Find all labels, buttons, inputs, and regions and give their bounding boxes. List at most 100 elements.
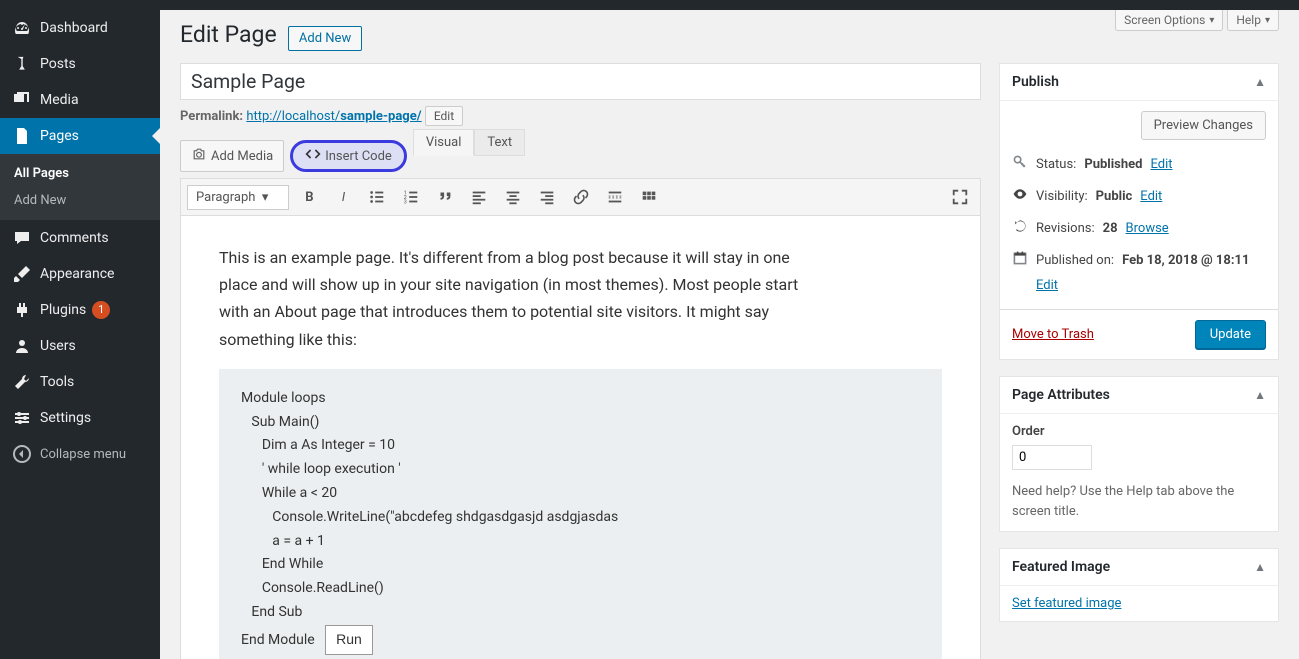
collapse-label: Collapse menu [40, 447, 126, 462]
publish-header[interactable]: Publish ▲ [1000, 64, 1278, 101]
tools-icon [12, 372, 32, 392]
page-heading: Edit Page [180, 20, 277, 50]
published-label: Published on: [1036, 253, 1114, 268]
menu-tools[interactable]: Tools [0, 364, 160, 400]
menu-label: Users [40, 338, 76, 354]
run-button[interactable]: Run [325, 625, 373, 655]
submenu-pages: All Pages Add New [0, 154, 160, 220]
italic-button[interactable]: I [329, 183, 357, 211]
collapse-menu[interactable]: Collapse menu [0, 436, 160, 472]
move-to-trash-link[interactable]: Move to Trash [1012, 327, 1094, 342]
pages-icon [12, 126, 32, 146]
screen-options-tab[interactable]: Screen Options [1115, 10, 1223, 31]
pin-icon [12, 54, 32, 74]
plugin-icon [12, 300, 32, 320]
align-center-button[interactable] [499, 183, 527, 211]
visibility-label: Visibility: [1036, 189, 1088, 204]
menu-label: Comments [40, 230, 109, 246]
camera-icon [191, 146, 207, 166]
menu-label: Pages [40, 128, 79, 144]
post-title-input[interactable] [180, 63, 981, 100]
permalink-row: Permalink: http://localhost/sample-page/… [180, 106, 981, 126]
readmore-button[interactable] [601, 183, 629, 211]
menu-media[interactable]: Media [0, 82, 160, 118]
numbered-list-button[interactable]: 123 [397, 183, 425, 211]
editor-content[interactable]: This is an example page. It's different … [180, 216, 981, 659]
svg-text:3: 3 [404, 199, 407, 205]
link-button[interactable] [567, 183, 595, 211]
publish-title: Publish [1012, 74, 1059, 90]
attributes-header[interactable]: Page Attributes ▲ [1000, 377, 1278, 414]
calendar-icon [1012, 250, 1028, 270]
featured-title: Featured Image [1012, 559, 1110, 575]
published-value: Feb 18, 2018 @ 18:11 [1122, 253, 1249, 268]
tab-text[interactable]: Text [474, 129, 525, 156]
revisions-icon [1012, 218, 1028, 238]
submenu-all-pages[interactable]: All Pages [0, 160, 160, 187]
menu-label: Plugins [40, 302, 86, 318]
featured-header[interactable]: Featured Image ▲ [1000, 549, 1278, 586]
status-label: Status: [1036, 157, 1076, 172]
blockquote-button[interactable] [431, 183, 459, 211]
preview-button[interactable]: Preview Changes [1141, 111, 1266, 140]
tab-visual[interactable]: Visual [413, 129, 475, 156]
media-icon [12, 90, 32, 110]
menu-label: Tools [40, 374, 74, 390]
menu-users[interactable]: Users [0, 328, 160, 364]
fullscreen-button[interactable] [946, 183, 974, 211]
editor-toolbar: Paragraph ▾ B I 123 [180, 178, 981, 216]
revisions-label: Revisions: [1036, 221, 1095, 236]
menu-comments[interactable]: Comments [0, 220, 160, 256]
code-icon [305, 146, 321, 166]
menu-settings[interactable]: Settings [0, 400, 160, 436]
comments-icon [12, 228, 32, 248]
collapse-icon [12, 444, 32, 464]
menu-label: Dashboard [40, 20, 108, 36]
format-select[interactable]: Paragraph ▾ [187, 185, 289, 210]
order-label: Order [1012, 424, 1266, 439]
admin-sidebar: Dashboard Posts Media Pages All Pages Ad… [0, 0, 160, 659]
visibility-value: Public [1096, 189, 1133, 204]
edit-visibility-link[interactable]: Edit [1140, 189, 1162, 204]
chevron-up-icon: ▲ [1254, 388, 1266, 402]
browse-revisions-link[interactable]: Browse [1126, 221, 1169, 236]
help-tab[interactable]: Help [1227, 10, 1279, 31]
menu-plugins[interactable]: Plugins 1 [0, 292, 160, 328]
menu-label: Appearance [40, 266, 114, 282]
toolbar-toggle-button[interactable] [635, 183, 663, 211]
menu-label: Settings [40, 410, 91, 426]
permalink-link[interactable]: http://localhost/sample-page/ [246, 109, 421, 124]
submenu-add-new[interactable]: Add New [0, 187, 160, 214]
brush-icon [12, 264, 32, 284]
update-badge: 1 [92, 301, 110, 319]
publish-box: Publish ▲ Preview Changes Status: Publis… [999, 63, 1279, 360]
bullet-list-button[interactable] [363, 183, 391, 211]
content-paragraph: This is an example page. It's different … [219, 244, 799, 353]
attributes-help: Need help? Use the Help tab above the sc… [1012, 482, 1266, 521]
menu-posts[interactable]: Posts [0, 46, 160, 82]
featured-image-box: Featured Image ▲ Set featured image [999, 548, 1279, 622]
update-button[interactable]: Update [1195, 320, 1266, 349]
settings-icon [12, 408, 32, 428]
revisions-count: 28 [1103, 221, 1118, 236]
align-right-button[interactable] [533, 183, 561, 211]
attributes-title: Page Attributes [1012, 387, 1110, 403]
dashboard-icon [12, 18, 32, 38]
chevron-up-icon: ▲ [1254, 75, 1266, 89]
edit-status-link[interactable]: Edit [1150, 157, 1172, 172]
menu-pages[interactable]: Pages [0, 118, 160, 154]
bold-button[interactable]: B [295, 183, 323, 211]
menu-appearance[interactable]: Appearance [0, 256, 160, 292]
menu-label: Posts [40, 56, 76, 72]
align-left-button[interactable] [465, 183, 493, 211]
set-featured-image-link[interactable]: Set featured image [1012, 596, 1121, 611]
menu-dashboard[interactable]: Dashboard [0, 10, 160, 46]
edit-slug-button[interactable]: Edit [425, 106, 463, 126]
insert-code-button[interactable]: Insert Code [290, 140, 407, 172]
page-attributes-box: Page Attributes ▲ Order Need help? Use t… [999, 376, 1279, 532]
order-input[interactable] [1012, 445, 1092, 470]
edit-date-link[interactable]: Edit [1036, 278, 1058, 293]
add-new-button[interactable]: Add New [288, 26, 362, 51]
add-media-button[interactable]: Add Media [180, 140, 284, 172]
chevron-up-icon: ▲ [1254, 560, 1266, 574]
